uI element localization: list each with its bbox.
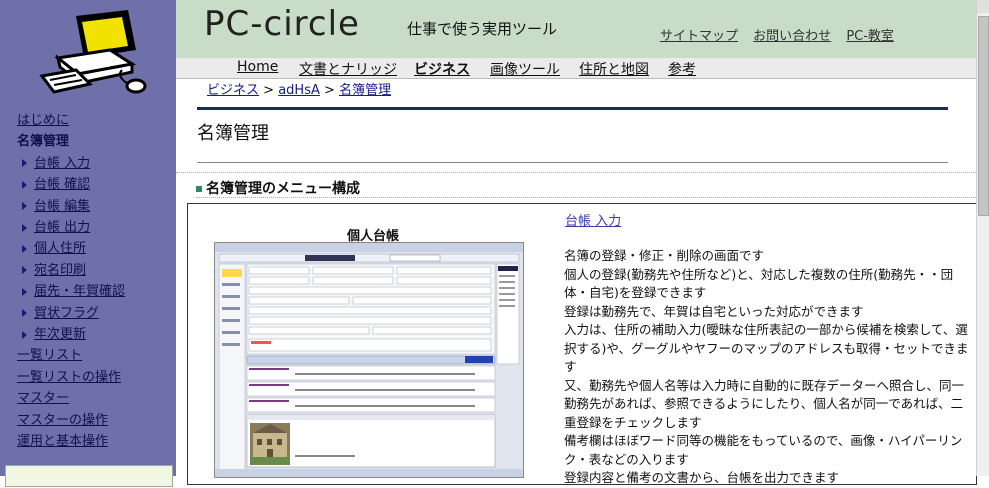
utility-links: サイトマップ お問い合わせ PC-教室 bbox=[660, 25, 905, 44]
sidebar-item-label[interactable]: 一覧リストの操作 bbox=[17, 370, 121, 385]
section-heading: 名簿管理のメニュー構成 bbox=[196, 178, 360, 198]
sidebar-item-ichiran-list[interactable]: 一覧リスト bbox=[0, 345, 176, 366]
app-screenshot-drawing bbox=[215, 243, 523, 477]
description-line: 名簿の登録・修正・削除の画面です bbox=[564, 248, 765, 263]
divider bbox=[196, 197, 976, 198]
sidebar-item-unyo-kihon[interactable]: 運用と基本操作 bbox=[0, 431, 176, 452]
arrow-right-icon bbox=[22, 244, 27, 253]
sidebar-item-label[interactable]: 一覧リスト bbox=[17, 348, 82, 363]
sidebar-item-gajo-flag[interactable]: 賀状フラグ bbox=[0, 303, 176, 324]
breadcrumb-separator: > bbox=[324, 83, 335, 98]
nav-image-tools[interactable]: 画像ツール bbox=[490, 59, 560, 79]
sidebar-item-label[interactable]: はじめに bbox=[17, 113, 69, 128]
top-nav: Home 文書とナリッジ ビジネス 画像ツール 住所と地図 参考 bbox=[176, 58, 976, 79]
sidebar-nav: はじめに 名簿管理 台帳 入力 台帳 確認 台帳 編集 台帳 出力 個人住所 宛… bbox=[0, 110, 176, 453]
site-title[interactable]: PC-circle bbox=[204, 4, 360, 44]
sidebar-item-hajimeni[interactable]: はじめに bbox=[0, 110, 176, 131]
breadcrumb: ビジネス > adHsA > 名簿管理 bbox=[207, 79, 391, 98]
sidebar-item-label[interactable]: 届先・年賀確認 bbox=[34, 284, 125, 299]
sidebar-item-label[interactable]: 運用と基本操作 bbox=[17, 434, 108, 449]
sidebar-item-label[interactable]: 台帳 出力 bbox=[34, 220, 90, 235]
nav-reference[interactable]: 参考 bbox=[668, 59, 696, 79]
page-title: 名簿管理 bbox=[197, 123, 269, 144]
site-header: PC-circle 仕事で使う実用ツール サイトマップ お問い合わせ PC-教室 bbox=[176, 0, 989, 58]
sidebar-item-daicho-nyuryoku[interactable]: 台帳 入力 bbox=[0, 153, 176, 174]
title-rule-top bbox=[197, 107, 948, 110]
pc-classroom-link[interactable]: PC-教室 bbox=[846, 29, 894, 44]
sidebar-item-ichiran-list-sosa[interactable]: 一覧リストの操作 bbox=[0, 367, 176, 388]
sidebar: はじめに 名簿管理 台帳 入力 台帳 確認 台帳 編集 台帳 出力 個人住所 宛… bbox=[0, 0, 176, 487]
nav-documents[interactable]: 文書とナリッジ bbox=[299, 59, 397, 79]
description-line: 登録内容と備考の文書から、台帳を出力できます bbox=[564, 470, 840, 485]
arrow-right-icon bbox=[22, 180, 27, 189]
description-line: 個人の登録(勤務先や住所など)と、対応した複数の住所(勤務先・・団体・自宅)を登… bbox=[564, 266, 954, 301]
nav-business[interactable]: ビジネス bbox=[414, 59, 470, 79]
sidebar-item-label[interactable]: 賀状フラグ bbox=[34, 306, 99, 321]
arrow-right-icon bbox=[22, 287, 27, 296]
nav-address-map[interactable]: 住所と地図 bbox=[579, 59, 649, 79]
sidebar-item-label[interactable]: マスター bbox=[17, 391, 69, 406]
sidebar-item-daicho-kakunin[interactable]: 台帳 確認 bbox=[0, 174, 176, 195]
sidebar-item-label[interactable]: マスターの操作 bbox=[17, 413, 108, 428]
scroll-up-button[interactable] bbox=[977, 0, 989, 13]
sidebar-item-label: 名簿管理 bbox=[17, 134, 70, 150]
breadcrumb-separator: > bbox=[263, 83, 275, 98]
sidebar-item-label[interactable]: 台帳 入力 bbox=[34, 156, 90, 171]
sidebar-item-label[interactable]: 宛名印刷 bbox=[34, 263, 86, 278]
contact-link[interactable]: お問い合わせ bbox=[753, 29, 831, 44]
sidebar-panel bbox=[5, 465, 173, 487]
sidebar-item-meibo-kanri: 名簿管理 bbox=[0, 131, 176, 152]
sidebar-item-nenji-koshin[interactable]: 年次更新 bbox=[0, 324, 176, 345]
app-screenshot-image bbox=[214, 242, 524, 478]
arrow-right-icon bbox=[22, 330, 27, 339]
sidebar-item-atena-insatsu[interactable]: 宛名印刷 bbox=[0, 260, 176, 281]
description-line: 入力は、住所の補助入力(曖昧な住所表記の一部から候補を検索して、選択する)や、グ… bbox=[564, 322, 969, 374]
section-heading-text: 名簿管理のメニュー構成 bbox=[206, 181, 360, 197]
arrow-right-icon bbox=[22, 159, 27, 168]
description-line: 登録は勤務先で、年賀は自宅といった対応ができます bbox=[564, 303, 864, 319]
description-line: 備考欄はほぼワード同等の機能をもっているので、画像・ハイパーリンク・表などの入り… bbox=[564, 433, 963, 467]
sitemap-link[interactable]: サイトマップ bbox=[660, 29, 738, 44]
divider bbox=[176, 172, 976, 173]
scrollbar-thumb[interactable] bbox=[978, 16, 989, 216]
sidebar-item-label[interactable]: 台帳 確認 bbox=[34, 177, 90, 192]
arrow-right-icon bbox=[22, 223, 27, 232]
sidebar-item-label[interactable]: 台帳 編集 bbox=[34, 199, 90, 214]
breadcrumb-business[interactable]: ビジネス bbox=[207, 83, 259, 98]
arrow-right-icon bbox=[22, 266, 27, 275]
sidebar-item-label[interactable]: 個人住所 bbox=[34, 241, 86, 256]
description-line: 又、勤務先や個人名等は入力時に自動的に既存データーへ照合し、同一勤務先があれば、… bbox=[564, 377, 965, 430]
computer-logo-icon bbox=[39, 10, 147, 94]
sidebar-item-daicho-henshu[interactable]: 台帳 編集 bbox=[0, 196, 176, 217]
sidebar-item-master[interactable]: マスター bbox=[0, 388, 176, 409]
arrow-right-icon bbox=[22, 309, 27, 318]
arrow-right-icon bbox=[22, 202, 27, 211]
vertical-scrollbar[interactable] bbox=[976, 0, 989, 476]
menu-description: 名簿の登録・修正・削除の画面です 個人の登録(勤務先や住所など)と、対応した複数… bbox=[564, 247, 969, 488]
sidebar-item-kojin-jusho[interactable]: 個人住所 bbox=[0, 238, 176, 259]
menu-link-wrap: 台帳 入力 bbox=[565, 210, 621, 229]
title-rule-bottom bbox=[197, 162, 948, 163]
sidebar-item-master-sosa[interactable]: マスターの操作 bbox=[0, 410, 176, 431]
sidebar-item-daicho-shutsuryoku[interactable]: 台帳 出力 bbox=[0, 217, 176, 238]
breadcrumb-adhsa[interactable]: adHsA bbox=[278, 83, 320, 98]
sidebar-item-label[interactable]: 年次更新 bbox=[34, 327, 86, 342]
sidebar-item-todokesaki-nenga[interactable]: 届先・年賀確認 bbox=[0, 281, 176, 302]
breadcrumb-meibo-kanri[interactable]: 名簿管理 bbox=[339, 83, 391, 98]
site-tagline: 仕事で使う実用ツール bbox=[407, 20, 558, 38]
bullet-square-icon bbox=[196, 186, 202, 192]
nav-home[interactable]: Home bbox=[237, 59, 278, 75]
daicho-nyuryoku-link[interactable]: 台帳 入力 bbox=[565, 214, 621, 229]
